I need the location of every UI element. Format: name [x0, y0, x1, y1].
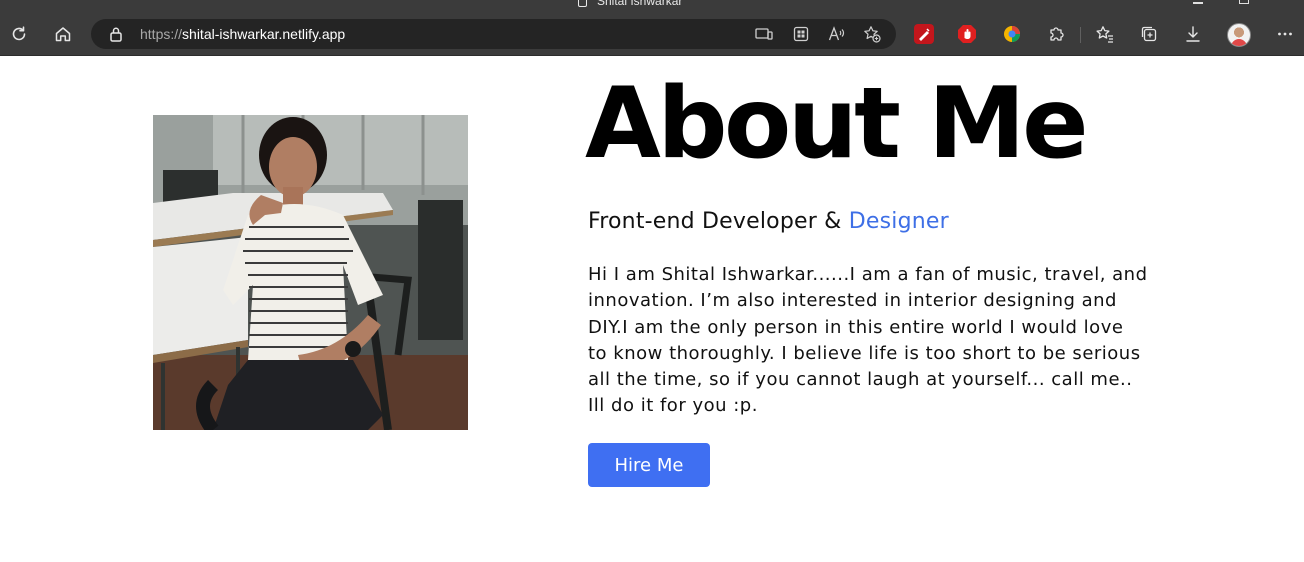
lock-icon[interactable]	[109, 26, 123, 42]
close-window-button[interactable]	[1284, 0, 1294, 4]
about-title: About Me	[585, 67, 1089, 181]
active-tab[interactable]: Shital Ishwarkar	[578, 0, 682, 8]
tablet-icon[interactable]	[755, 25, 773, 43]
collections-icon[interactable]	[1139, 24, 1159, 44]
toolbar-divider	[1080, 27, 1081, 43]
extension-red-pen-icon[interactable]	[914, 24, 934, 44]
extension-colorful-icon[interactable]	[1002, 24, 1022, 44]
home-icon[interactable]	[53, 24, 73, 44]
minimize-button[interactable]	[1193, 2, 1203, 4]
download-icon[interactable]	[1183, 24, 1203, 44]
window-titlebar: Shital Ishwarkar	[0, 0, 1304, 14]
apps-icon[interactable]	[792, 25, 810, 43]
more-icon[interactable]	[1275, 24, 1295, 44]
maximize-button[interactable]	[1239, 0, 1249, 4]
page-icon	[578, 0, 587, 7]
url-text[interactable]: https://shital-ishwarkar.netlify.app	[140, 26, 345, 42]
extension-adblock-icon[interactable]	[957, 24, 977, 44]
bio-paragraph: Hi I am Shital Ishwarkar......I am a fan…	[588, 264, 1148, 417]
refresh-icon[interactable]	[9, 24, 29, 44]
role-accent: Designer	[848, 209, 949, 234]
tab-title: Shital Ishwarkar	[597, 0, 683, 8]
profile-avatar[interactable]	[1227, 23, 1251, 47]
favorites-icon[interactable]	[1095, 24, 1115, 44]
profile-photo	[153, 115, 468, 430]
url-host: shital-ishwarkar.netlify.app	[182, 26, 346, 42]
extension-icon[interactable]	[1046, 24, 1066, 44]
hire-me-button[interactable]: Hire Me	[588, 443, 710, 487]
role-prefix: Front-end Developer &	[588, 209, 849, 234]
role-heading: Front-end Developer & Designer	[588, 209, 949, 234]
favorite-add-icon[interactable]	[863, 25, 881, 43]
address-bar[interactable]: https://shital-ishwarkar.netlify.app	[91, 19, 896, 49]
browser-toolbar: https://shital-ishwarkar.netlify.app	[0, 14, 1304, 56]
read-aloud-icon[interactable]	[828, 25, 846, 43]
url-scheme: https://	[140, 26, 183, 42]
